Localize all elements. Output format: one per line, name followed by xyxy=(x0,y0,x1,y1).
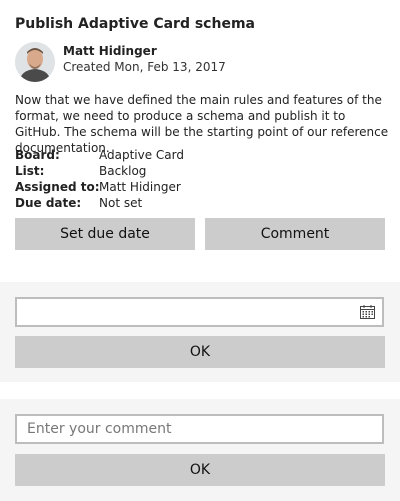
fact-value: Adaptive Card xyxy=(99,148,184,162)
card-body: Publish Adaptive Card schema Matt Hiding… xyxy=(0,0,400,281)
fact-board: Board: Adaptive Card xyxy=(15,147,184,163)
person-icon xyxy=(15,42,55,82)
calendar-icon[interactable] xyxy=(360,305,375,319)
comment-input[interactable]: Enter your comment xyxy=(15,414,384,444)
avatar xyxy=(15,42,55,82)
fact-value: Not set xyxy=(99,196,143,210)
fact-due-date: Due date: Not set xyxy=(15,195,184,211)
date-input[interactable] xyxy=(15,297,384,327)
adaptive-card: Publish Adaptive Card schema Matt Hiding… xyxy=(0,0,400,501)
created-date: Created Mon, Feb 13, 2017 xyxy=(63,60,226,74)
card-title: Publish Adaptive Card schema xyxy=(15,16,255,32)
fact-list: List: Backlog xyxy=(15,163,184,179)
set-due-date-button[interactable]: Set due date xyxy=(15,218,195,250)
fact-title: Assigned to: xyxy=(15,180,100,194)
fact-value: Backlog xyxy=(99,164,147,178)
fact-title: Due date: xyxy=(15,196,82,210)
comment-ok-button[interactable]: OK xyxy=(15,454,385,486)
author-name: Matt Hidinger xyxy=(63,44,157,58)
comment-input-placeholder: Enter your comment xyxy=(27,421,172,437)
fact-title: List: xyxy=(15,164,45,178)
comment-panel: Enter your comment OK xyxy=(0,399,400,501)
due-date-panel: OK xyxy=(0,282,400,382)
comment-button[interactable]: Comment xyxy=(205,218,385,250)
fact-set: Board: Adaptive Card List: Backlog Assig… xyxy=(15,147,184,211)
fact-assigned-to: Assigned to: Matt Hidinger xyxy=(15,179,184,195)
fact-title: Board: xyxy=(15,148,60,162)
fact-value: Matt Hidinger xyxy=(99,180,181,194)
due-date-ok-button[interactable]: OK xyxy=(15,336,385,368)
